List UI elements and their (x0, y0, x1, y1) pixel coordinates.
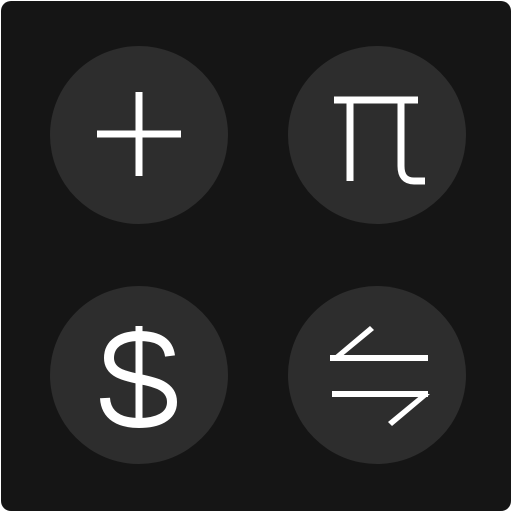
app-icon-tile (1, 1, 511, 511)
currency-button[interactable] (50, 286, 228, 464)
plus-icon (97, 92, 181, 176)
swap-arrows-icon (330, 326, 430, 426)
constants-button[interactable] (288, 46, 466, 224)
unit-conversion-button[interactable] (288, 286, 466, 464)
pi-icon (334, 96, 425, 185)
dollar-icon (100, 326, 178, 429)
arithmetic-button[interactable] (50, 46, 228, 224)
